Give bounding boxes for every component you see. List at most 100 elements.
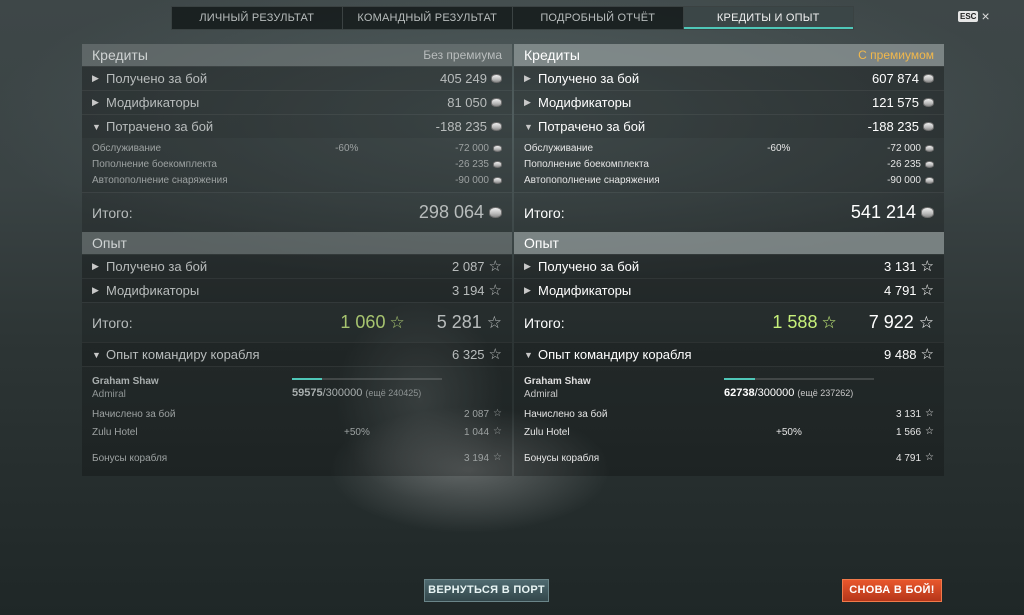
credits-spent-label: Потрачено за бой: [538, 119, 646, 134]
commander-rank: Admiral: [524, 389, 558, 400]
xp-modifiers-row[interactable]: ▶ Модификаторы 4 791 ☆: [514, 278, 944, 302]
service-label: Обслуживание: [524, 142, 594, 154]
credits-modifiers-row[interactable]: ▶ Модификаторы 121 575: [514, 90, 944, 114]
list-item: Пополнение боекомплекта -26 235: [92, 156, 502, 172]
triangle-down-icon: ▼: [92, 349, 101, 360]
commander-xp-row[interactable]: ▼ Опыт командиру корабля 9 488 ☆: [514, 342, 944, 366]
battle-again-button[interactable]: СНОВА В БОЙ!: [842, 579, 942, 602]
ammo-value: -26 235: [887, 158, 921, 170]
return-to-port-button[interactable]: ВЕРНУТЬСЯ В ПОРТ: [424, 579, 549, 602]
star-icon: ☆: [920, 281, 934, 299]
tab-personal-result[interactable]: ЛИЧНЫЙ РЕЗУЛЬТАТ: [172, 7, 343, 29]
service-value: -72 000: [887, 142, 921, 154]
ship-bonus-value: 3 194: [464, 452, 490, 464]
credits-spent-row[interactable]: ▼ Потрачено за бой -188 235: [82, 114, 512, 138]
commander-xp-value: 9 488: [884, 347, 917, 362]
xp-total-row: Итого: 1 588 ☆ 7 922 ☆: [514, 302, 944, 342]
tab-detailed-report[interactable]: ПОДРОБНЫЙ ОТЧЁТ: [513, 7, 684, 29]
credits-earned-row[interactable]: ▶ Получено за бой 607 874: [514, 66, 944, 90]
credits-earned-label: Получено за бой: [106, 71, 208, 86]
xp-earned-row[interactable]: ▶ Получено за бой 3 131 ☆: [514, 254, 944, 278]
list-item: Автопополнение снаряжения -90 000: [92, 172, 502, 188]
premium-status-label: Без премиума: [423, 48, 502, 62]
credits-title: Кредиты: [92, 47, 148, 63]
xp-modifiers-label: Модификаторы: [106, 283, 200, 298]
credits-header: Кредиты Без премиума: [82, 44, 512, 66]
commander-name: Graham Shaw: [524, 376, 591, 387]
list-item: Zulu Hotel +50% 1 044 ☆: [92, 423, 502, 441]
commander-xp-progress: [724, 378, 874, 380]
accrued-value: 3 131: [896, 408, 922, 420]
star-icon: ☆: [925, 408, 934, 419]
triangle-right-icon: ▶: [524, 261, 531, 271]
commander-xp-value: 6 325: [452, 347, 485, 362]
commander-xp-row[interactable]: ▼ Опыт командиру корабля 6 325 ☆: [82, 342, 512, 366]
tab-credits-and-xp[interactable]: КРЕДИТЫ И ОПЫТ: [683, 7, 853, 29]
triangle-down-icon: ▼: [92, 121, 101, 132]
triangle-down-icon: ▼: [524, 349, 533, 360]
credit-coin-icon: [493, 160, 502, 168]
credits-title: Кредиты: [524, 47, 580, 63]
star-icon: ☆: [925, 452, 934, 463]
service-value: -72 000: [455, 142, 489, 154]
credits-spent-row[interactable]: ▼ Потрачено за бой -188 235: [514, 114, 944, 138]
credits-modifiers-row[interactable]: ▶ Модификаторы 81 050: [82, 90, 512, 114]
flag-bonus-pct: +50%: [776, 426, 802, 438]
credits-spent-label: Потрачено за бой: [106, 119, 214, 134]
star-icon: ☆: [920, 257, 934, 275]
star-icon: ☆: [488, 281, 502, 299]
star-icon: ☆: [821, 312, 837, 332]
commander-xp-count: 59575/300000 (ещё 240425): [292, 387, 422, 399]
triangle-right-icon: ▶: [524, 73, 531, 83]
ship-bonus-label: Бонусы корабля: [92, 452, 168, 464]
xp-header: Опыт: [514, 232, 944, 254]
commander-rank: Admiral: [92, 389, 126, 400]
tab-team-result[interactable]: КОМАНДНЫЙ РЕЗУЛЬТАТ: [343, 7, 513, 29]
triangle-down-icon: ▼: [524, 121, 533, 132]
commander-xp-label: Опыт командиру корабля: [106, 347, 260, 362]
credits-spent-details: Обслуживание -60% -72 000 Пополнение бое…: [82, 138, 512, 192]
flag-bonus-label: Zulu Hotel: [524, 426, 570, 438]
list-item: Обслуживание -60% -72 000: [524, 140, 934, 156]
commander-xp-count: 62738/300000 (ещё 237262): [724, 387, 854, 399]
credits-modifiers-value: 81 050: [447, 95, 487, 110]
ammo-label: Пополнение боекомплекта: [92, 158, 217, 170]
flag-bonus-pct: +50%: [344, 426, 370, 438]
xp-modifiers-row[interactable]: ▶ Модификаторы 3 194 ☆: [82, 278, 512, 302]
ammo-value: -26 235: [455, 158, 489, 170]
panel-no-premium: Кредиты Без премиума ▶ Получено за бой 4…: [82, 44, 512, 476]
xp-modifiers-value: 4 791: [884, 283, 917, 298]
credits-earned-row[interactable]: ▶ Получено за бой 405 249: [82, 66, 512, 90]
triangle-right-icon: ▶: [92, 97, 99, 107]
credit-coin-icon: [925, 176, 934, 184]
list-item: Автопополнение снаряжения -90 000: [524, 172, 934, 188]
star-icon: ☆: [918, 312, 934, 332]
credits-total-value: 298 064: [418, 202, 484, 222]
credits-total-label: Итого:: [524, 204, 565, 221]
list-item: Начислено за бой 2 087 ☆: [92, 405, 502, 423]
esc-key-icon: ESC: [958, 10, 979, 22]
list-item: Пополнение боекомплекта -26 235: [524, 156, 934, 172]
star-icon: ☆: [493, 408, 502, 419]
close-button[interactable]: ESC ×: [958, 9, 990, 23]
xp-earned-value: 2 087: [452, 259, 485, 274]
star-icon: ☆: [925, 426, 934, 437]
credit-coin-icon: [923, 74, 934, 83]
premium-status-label: С премиумом: [858, 48, 934, 62]
star-icon: ☆: [389, 312, 405, 332]
credit-coin-icon: [921, 207, 934, 218]
panel-premium: Кредиты С премиумом ▶ Получено за бой 60…: [514, 44, 944, 476]
credit-coin-icon: [493, 144, 502, 152]
xp-total-value: 7 922: [868, 312, 914, 332]
star-icon: ☆: [920, 345, 934, 363]
xp-earned-value: 3 131: [884, 259, 917, 274]
xp-total-value: 5 281: [436, 312, 482, 332]
ship-bonus-value: 4 791: [896, 452, 922, 464]
star-icon: ☆: [488, 345, 502, 363]
xp-earned-row[interactable]: ▶ Получено за бой 2 087 ☆: [82, 254, 512, 278]
list-item: Zulu Hotel +50% 1 566 ☆: [524, 423, 934, 441]
credits-header: Кредиты С премиумом: [514, 44, 944, 66]
credits-earned-value: 405 249: [440, 71, 487, 86]
xp-title: Опыт: [92, 235, 127, 251]
credits-earned-value: 607 874: [872, 71, 919, 86]
